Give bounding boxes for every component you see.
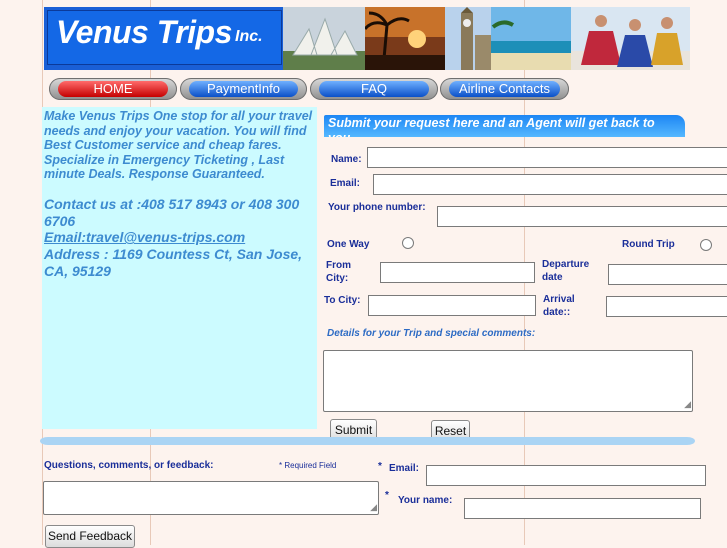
one-way-radio[interactable] bbox=[402, 237, 414, 249]
to-city-label: To City: bbox=[324, 295, 361, 306]
name-input[interactable] bbox=[367, 147, 727, 168]
arrival-date-label: Arrival date:: bbox=[543, 294, 575, 318]
phone-label: Your phone number: bbox=[328, 202, 426, 213]
address-text: Address : 1169 Countess Ct, San Jose, CA… bbox=[44, 246, 303, 279]
big-ben-photo bbox=[445, 7, 491, 70]
info-panel: Make Venus Trips One stop for all your t… bbox=[42, 107, 317, 429]
email-input[interactable] bbox=[373, 174, 727, 195]
feedback-name-label: Your name: bbox=[398, 495, 453, 506]
request-form-heading: Submit your request here and an Agent wi… bbox=[324, 115, 685, 137]
feedback-name-input[interactable] bbox=[464, 498, 701, 519]
round-trip-radio[interactable] bbox=[700, 239, 712, 251]
arrival-date-input[interactable] bbox=[606, 296, 727, 317]
logo-title: Venus Trips bbox=[56, 14, 232, 50]
phone-input[interactable] bbox=[437, 206, 727, 227]
resize-grip-icon[interactable]: ◢ bbox=[684, 401, 691, 410]
to-city-input[interactable] bbox=[368, 295, 536, 316]
intro-text: Make Venus Trips One stop for all your t… bbox=[44, 109, 313, 181]
email-label: Email: bbox=[330, 178, 361, 189]
request-form-heading-text: Submit your request here and an Agent wi… bbox=[328, 116, 655, 137]
nav-paymentinfo-label: PaymentInfo bbox=[189, 81, 298, 97]
from-city-input[interactable] bbox=[380, 262, 535, 283]
details-textarea[interactable]: ◢ bbox=[323, 350, 693, 412]
nav-paymentinfo-button[interactable]: PaymentInfo bbox=[180, 78, 307, 100]
nav-faq-label: FAQ bbox=[319, 81, 429, 97]
email-required-star: * bbox=[378, 461, 382, 472]
resize-grip-icon[interactable]: ◢ bbox=[370, 504, 377, 513]
round-trip-label: Round Trip bbox=[622, 239, 675, 250]
feedback-email-input[interactable] bbox=[426, 465, 706, 486]
details-label: Details for your Trip and special commen… bbox=[327, 328, 536, 339]
nav-airline-contacts-button[interactable]: Airline Contacts bbox=[440, 78, 569, 100]
nav-home-button[interactable]: HOME bbox=[49, 78, 177, 100]
temple-photo bbox=[283, 7, 365, 70]
beach-photo bbox=[491, 7, 571, 70]
dancers-photo bbox=[571, 7, 690, 70]
required-field-note: * Required Field bbox=[279, 461, 337, 470]
palm-sunset-photo bbox=[365, 7, 445, 70]
contact-text: Contact us at :408 517 8943 or 408 300 6… bbox=[44, 196, 300, 229]
name-required-star: * bbox=[385, 490, 389, 501]
section-divider bbox=[40, 437, 695, 445]
nav-home-label: HOME bbox=[58, 81, 168, 97]
nav-faq-button[interactable]: FAQ bbox=[310, 78, 438, 100]
departure-date-label: Departure date bbox=[542, 259, 590, 283]
feedback-email-label: Email: bbox=[389, 463, 420, 474]
name-label: Name: bbox=[331, 154, 362, 165]
departure-date-input[interactable] bbox=[608, 264, 727, 285]
logo-suffix: Inc. bbox=[235, 28, 263, 45]
header-banner: Venus Trips Inc. bbox=[44, 7, 690, 70]
feedback-textarea[interactable]: ◢ bbox=[43, 481, 379, 515]
one-way-label: One Way bbox=[327, 239, 370, 250]
email-link[interactable]: Email:travel@venus-trips.com bbox=[44, 229, 316, 246]
nav-airline-contacts-label: Airline Contacts bbox=[449, 81, 560, 97]
questions-label: Questions, comments, or feedback: bbox=[44, 460, 214, 471]
from-city-label: From City: bbox=[326, 260, 351, 284]
site-logo[interactable]: Venus Trips Inc. bbox=[47, 10, 282, 65]
